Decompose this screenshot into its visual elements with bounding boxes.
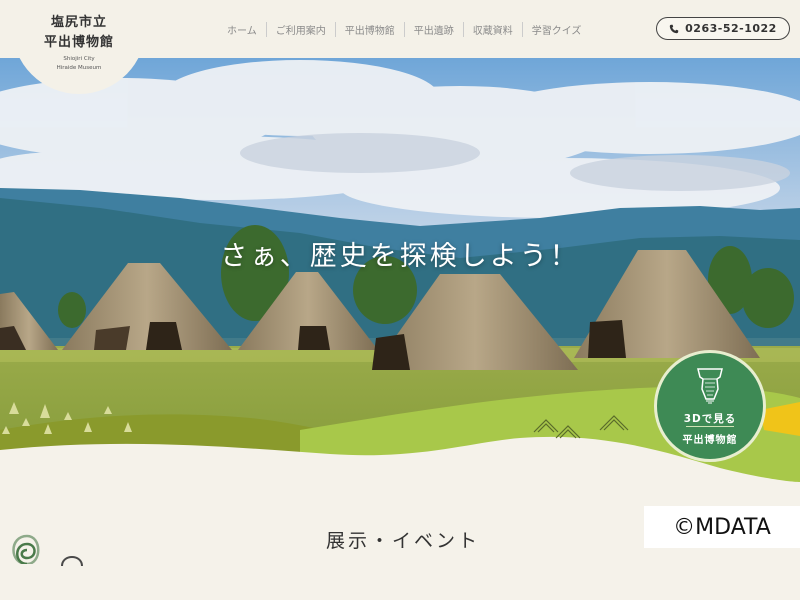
section-title: 展示・イベント	[326, 530, 481, 552]
nav-item-home[interactable]: ホーム	[218, 22, 266, 37]
spiral-decoration-icon-2	[61, 556, 83, 566]
badge-label-line1: 3Dで見る	[683, 413, 737, 425]
nav-item-ruins[interactable]: 平出遺跡	[403, 21, 463, 37]
vessel-icon	[697, 368, 723, 404]
nav-item-museum[interactable]: 平出博物館	[334, 21, 404, 37]
nav-item-guide[interactable]: ご利用案内	[265, 21, 335, 37]
badge-divider	[686, 426, 734, 427]
spiral-decoration-icon	[12, 534, 40, 564]
logo-english-line1: Shiojiri City	[63, 56, 95, 62]
3d-view-button[interactable]: 3Dで見る 平出博物館	[654, 350, 766, 462]
logo-title-line2: 平出博物館	[43, 35, 114, 50]
main-nav: ホーム ご利用案内 平出博物館 平出遺跡 収蔵資料 学習クイズ	[218, 21, 590, 37]
logo-english-line2: Hiraide Museum	[56, 65, 102, 71]
hero-tagline: さぁ、歴史を探検しよう！	[220, 241, 580, 272]
badge-label-line2: 平出博物館	[682, 435, 738, 446]
logo-title-line1: 塩尻市立	[50, 15, 107, 30]
nav-item-quiz[interactable]: 学習クイズ	[521, 21, 591, 37]
phone-icon	[669, 24, 679, 33]
copyright-watermark: ©MDATA	[644, 506, 800, 548]
nav-item-collection[interactable]: 収蔵資料	[462, 21, 522, 37]
phone-button[interactable]: 0263-52-1022	[656, 17, 790, 40]
phone-number: 0263-52-1022	[685, 22, 777, 35]
